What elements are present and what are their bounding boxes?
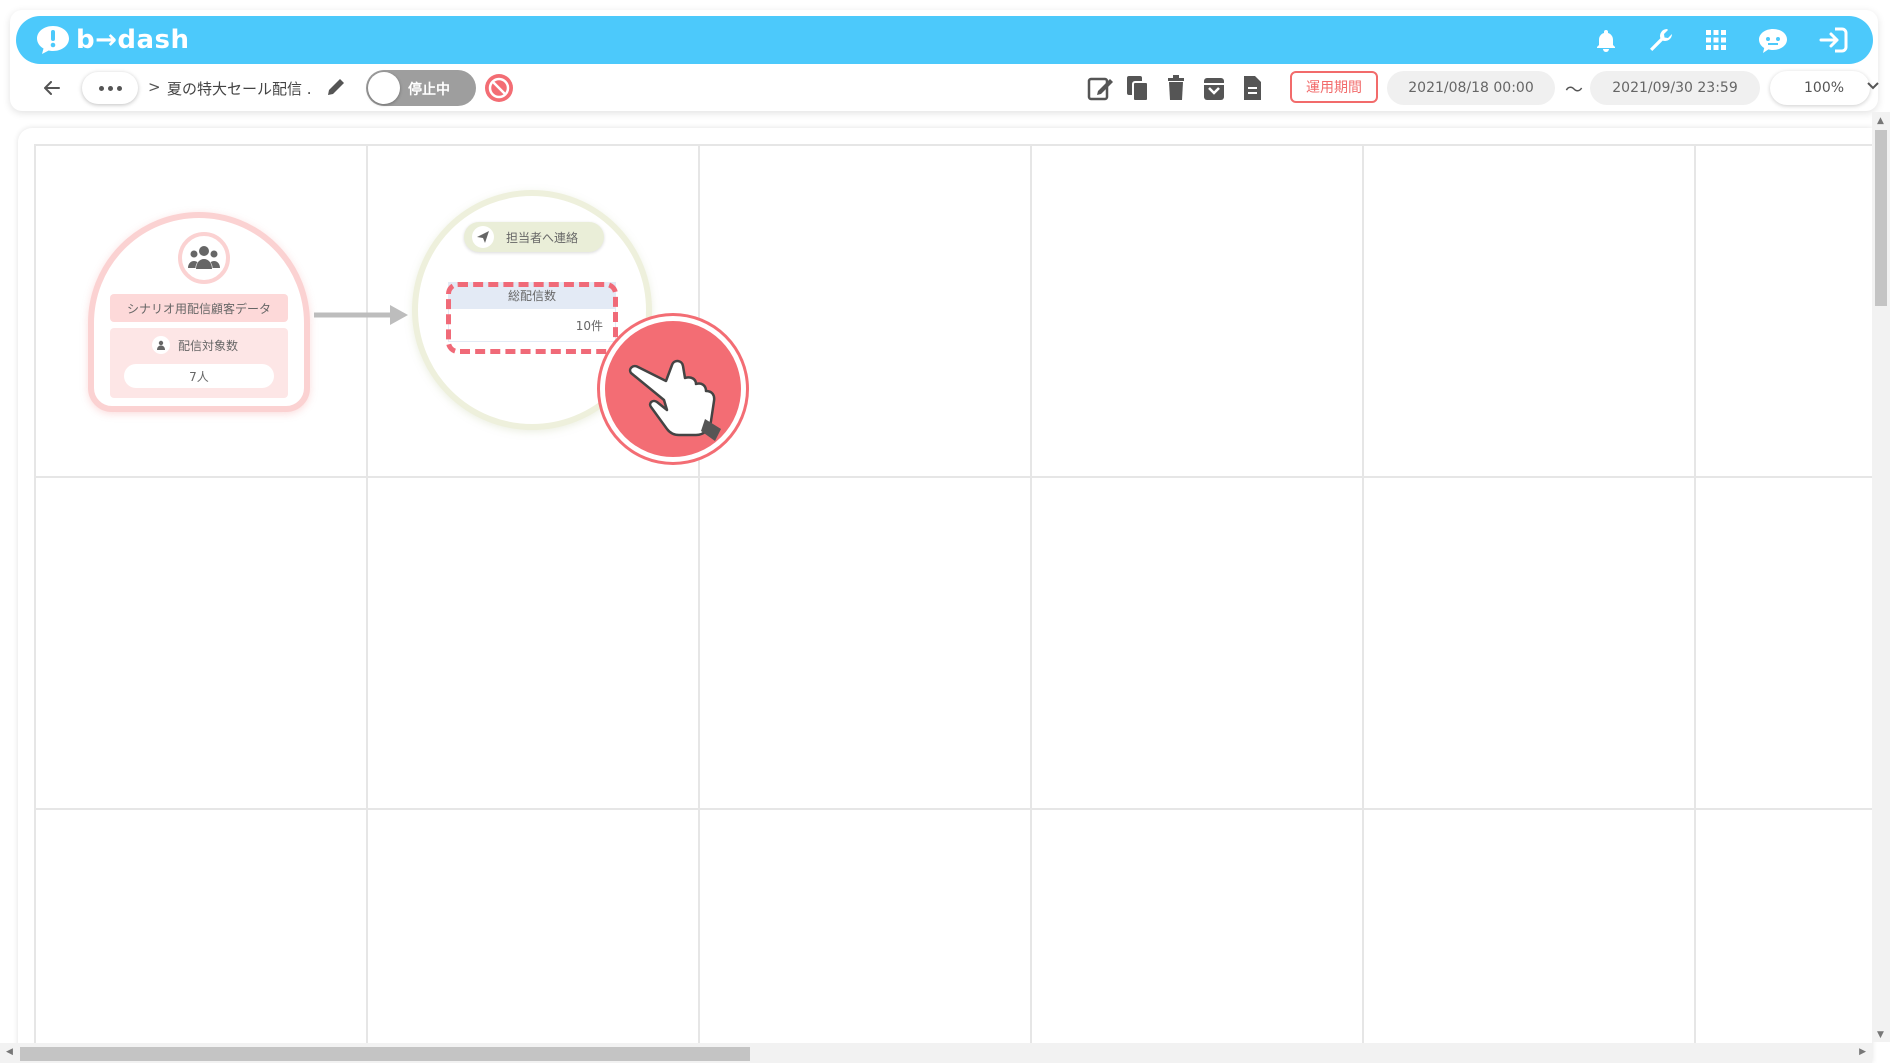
- status-toggle-label: 停止中: [408, 82, 450, 98]
- target-count-box: 配信対象数 7人: [110, 328, 288, 398]
- support-chat-icon[interactable]: [1757, 26, 1789, 54]
- copy-icon[interactable]: [1124, 73, 1152, 103]
- action-node-header: 担当者へ連絡: [464, 222, 604, 252]
- end-date-field[interactable]: 2021/09/30 23:59: [1590, 71, 1760, 105]
- pointing-hand-icon: [600, 316, 746, 462]
- breadcrumb-more-button[interactable]: [82, 72, 138, 104]
- canvas-grid: [34, 144, 1872, 1044]
- target-count-value: 7人: [124, 364, 274, 388]
- zoom-value: 100%: [1804, 80, 1845, 96]
- source-node-title: シナリオ用配信顧客データ: [110, 294, 288, 322]
- scroll-up-icon[interactable]: ▲: [1877, 116, 1884, 126]
- logo[interactable]: b→dash: [34, 23, 190, 57]
- breadcrumb-separator: >: [148, 78, 161, 96]
- trash-icon[interactable]: [1162, 73, 1190, 103]
- scenario-title[interactable]: 夏の特大セール配信 .: [167, 78, 312, 99]
- start-date-field[interactable]: 2021/08/18 00:00: [1387, 71, 1555, 105]
- operation-period-button[interactable]: 運用期間: [1290, 71, 1378, 103]
- status-toggle[interactable]: 停止中: [366, 70, 476, 106]
- logout-icon[interactable]: [1819, 27, 1849, 53]
- wrench-icon[interactable]: [1647, 26, 1675, 54]
- horizontal-scroll-thumb[interactable]: [20, 1047, 750, 1061]
- scenario-toolbar: > 夏の特大セール配信 . 停止中 運用期間 2021/08/18 00:00 …: [10, 66, 1879, 110]
- toggle-knob: [368, 72, 400, 104]
- logo-text: b→dash: [76, 25, 190, 55]
- chevron-down-icon: [1867, 82, 1879, 90]
- target-count-label: 配信対象数: [178, 338, 239, 353]
- header-bar: b→dash: [16, 16, 1873, 64]
- paper-plane-icon: [472, 226, 494, 248]
- flow-arrow: [314, 305, 408, 325]
- date-range-separator: 〜: [1565, 80, 1583, 101]
- archive-icon[interactable]: [1200, 73, 1228, 103]
- prohibited-icon[interactable]: [483, 72, 515, 104]
- back-button[interactable]: [38, 74, 66, 102]
- action-node-label: 担当者へ連絡: [506, 230, 579, 245]
- document-icon[interactable]: [1238, 73, 1266, 103]
- horizontal-scrollbar[interactable]: ◀ ▶: [0, 1043, 1872, 1063]
- bell-icon[interactable]: [1595, 28, 1617, 52]
- vertical-scroll-thumb[interactable]: [1875, 130, 1887, 306]
- scroll-left-icon[interactable]: ◀: [6, 1047, 13, 1057]
- user-icon: [152, 336, 170, 354]
- group-users-icon: [178, 232, 230, 284]
- vertical-scrollbar[interactable]: ▲ ▼: [1872, 112, 1890, 1042]
- arrow-left-icon: [44, 81, 60, 95]
- logo-bubble-icon: [37, 26, 69, 54]
- edit-note-icon[interactable]: [1086, 73, 1114, 103]
- tutorial-highlight: [446, 282, 618, 354]
- scroll-down-icon[interactable]: ▼: [1877, 1030, 1884, 1040]
- apps-grid-icon[interactable]: [1705, 29, 1727, 51]
- action-icons: [1086, 73, 1266, 103]
- edit-title-pencil-icon[interactable]: [325, 76, 347, 98]
- scroll-right-icon[interactable]: ▶: [1859, 1047, 1866, 1057]
- zoom-select[interactable]: 100%: [1770, 71, 1879, 105]
